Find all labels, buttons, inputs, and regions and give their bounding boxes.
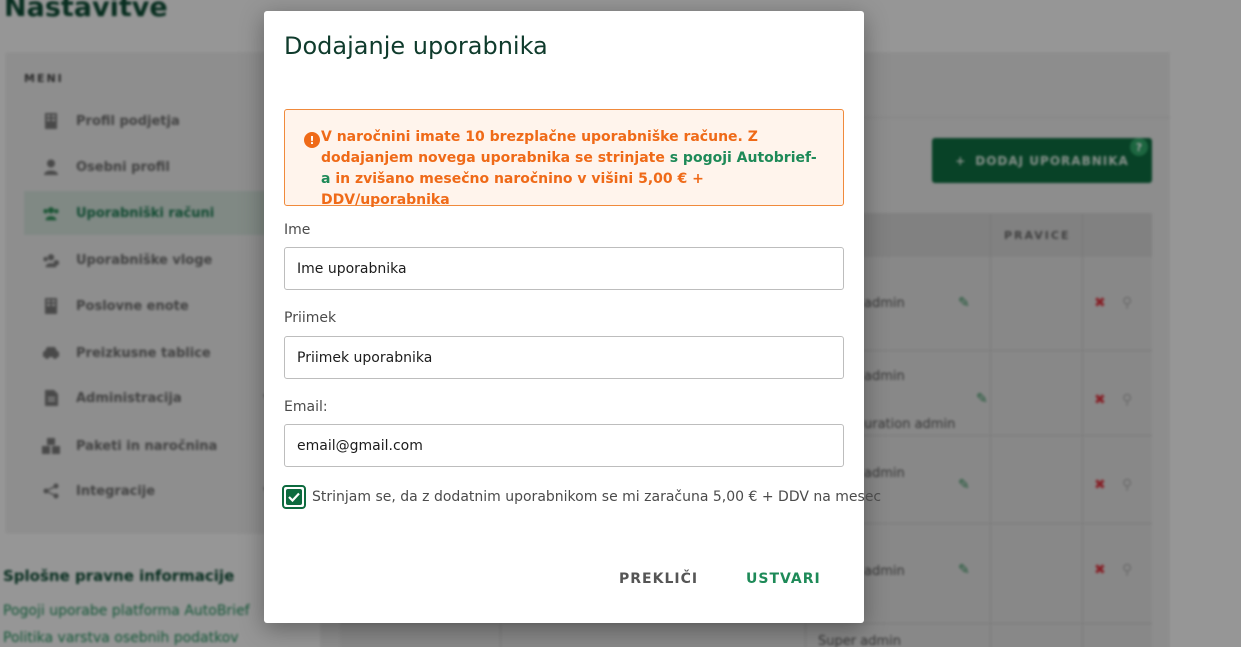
- last-name-field[interactable]: [284, 336, 844, 379]
- checkmark-icon: [286, 489, 302, 505]
- first-name-label: Ime: [284, 222, 311, 238]
- warning-text-end: in zvišano mesečno naročnino v višini 5,…: [321, 171, 704, 208]
- consent-label[interactable]: Strinjam se, da z dodatnim uporabnikom s…: [312, 489, 881, 505]
- consent-checkbox[interactable]: [282, 485, 306, 509]
- dialog-title: Dodajanje uporabnika: [284, 32, 548, 60]
- last-name-label: Priimek: [284, 310, 337, 326]
- email-field[interactable]: [284, 424, 844, 467]
- warning-icon: !: [304, 132, 320, 148]
- cancel-button[interactable]: PREKLIČI: [619, 571, 698, 587]
- email-label: Email:: [284, 399, 328, 415]
- subscription-warning: ! V naročnini imate 10 brezplačne uporab…: [284, 109, 844, 208]
- add-user-dialog: Dodajanje uporabnika ! V naročnini imate…: [264, 11, 881, 623]
- create-button[interactable]: USTVARI: [746, 571, 821, 587]
- first-name-field[interactable]: [284, 247, 844, 290]
